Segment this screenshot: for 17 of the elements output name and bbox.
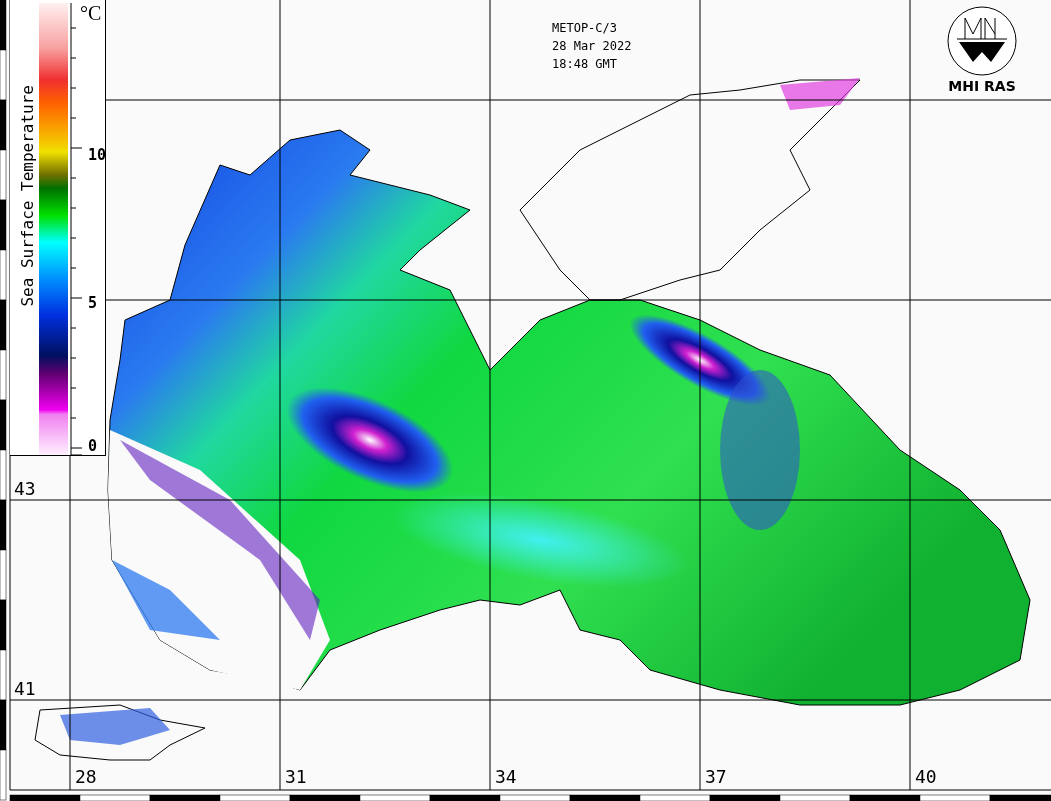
longitude-label: 28 bbox=[75, 766, 97, 788]
tick-label: 5 bbox=[88, 293, 98, 313]
legend-title: Sea Surface Temperature bbox=[18, 85, 38, 307]
time-label: 18:48 GMT bbox=[552, 56, 619, 72]
longitude-label: 31 bbox=[285, 766, 307, 788]
unit-label: °C bbox=[80, 2, 102, 24]
tick-label: 0 bbox=[88, 436, 98, 456]
longitude-label: 34 bbox=[495, 766, 517, 788]
longitude-label: 40 bbox=[915, 766, 937, 788]
latitude-label: 41 bbox=[14, 678, 36, 700]
date-label: 28 Mar 2022 bbox=[552, 38, 632, 54]
logo-text: MHI RAS bbox=[948, 78, 1016, 95]
latitude-label: 43 bbox=[14, 478, 36, 500]
tick-label: 10 bbox=[88, 145, 107, 165]
logo-icon bbox=[947, 6, 1017, 76]
longitude-label: 37 bbox=[705, 766, 727, 788]
satellite-label: METOP-C/3 bbox=[552, 20, 619, 36]
